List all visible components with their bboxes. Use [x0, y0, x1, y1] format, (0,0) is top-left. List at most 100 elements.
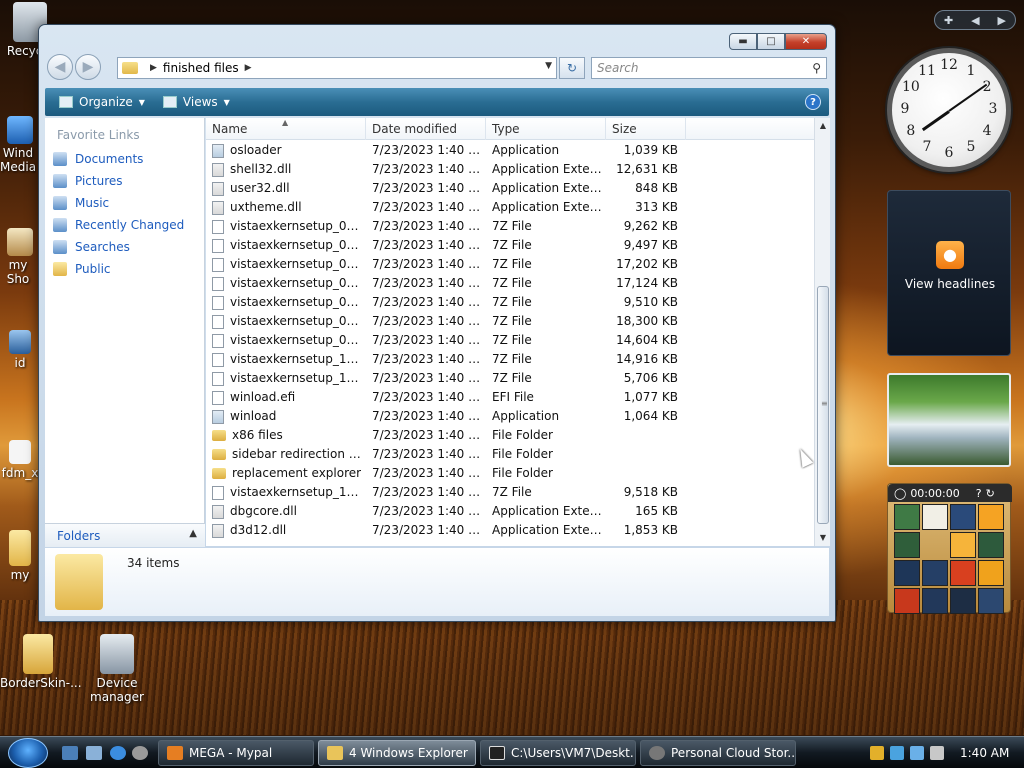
windows-flag-icon[interactable]	[890, 746, 904, 760]
file-row[interactable]: vistaexkernsetup_0306... 7/23/2023 1:40 A…	[206, 255, 814, 274]
clock-numeral: 8	[906, 123, 916, 139]
file-row[interactable]: replacement explorer 7/23/2023 1:40 AM Fil…	[206, 464, 814, 483]
file-row[interactable]: vistaexkernsetup_1026... 7/23/2023 1:40 A…	[206, 483, 814, 502]
file-row[interactable]: sidebar redirection file... 7/23/2023 1:4…	[206, 445, 814, 464]
taskbar-button-command-prompt[interactable]: C:\Users\VM7\Deskt...	[480, 740, 636, 766]
explorer-window[interactable]: ▬ □ ✕ ◀ ▶ ▶ finished files ▶ ▼ ↻ Search …	[38, 24, 836, 622]
puzzle-tile[interactable]	[922, 588, 948, 614]
forward-button[interactable]: ▶	[75, 54, 101, 80]
switch-windows-icon[interactable]	[86, 746, 102, 760]
nav-link-public[interactable]: Public	[45, 258, 204, 280]
start-button[interactable]	[8, 738, 48, 768]
feed-headlines-gadget[interactable]: ● View headlines	[887, 190, 1011, 356]
puzzle-tile[interactable]	[950, 504, 976, 530]
desktop-icon-borderskin[interactable]: BorderSkin-...	[0, 634, 82, 690]
breadcrumb-current-folder[interactable]: finished files	[163, 61, 239, 75]
search-icon[interactable]: ⚲	[812, 61, 821, 75]
puzzle-tile[interactable]	[922, 504, 948, 530]
breadcrumb-chevron-icon[interactable]: ▶	[245, 63, 252, 73]
address-dropdown-icon[interactable]: ▼	[545, 61, 552, 71]
security-shield-icon[interactable]	[870, 746, 884, 760]
scroll-down-icon[interactable]: ▼	[815, 530, 831, 546]
file-row[interactable]: vistaexkernsetup_0204... 7/23/2023 1:40 A…	[206, 217, 814, 236]
desktop-icon-media-player[interactable]: Wind Media	[0, 116, 40, 174]
puzzle-tile[interactable]	[894, 532, 920, 558]
nav-link-documents[interactable]: Documents	[45, 148, 204, 170]
views-button[interactable]: Views ▼	[159, 95, 234, 109]
file-row[interactable]: shell32.dll 7/23/2023 1:40 AM Application …	[206, 160, 814, 179]
maximize-button[interactable]: □	[757, 33, 785, 50]
taskbar-button-personal-cloud[interactable]: Personal Cloud Stor...	[640, 740, 796, 766]
puzzle-tile[interactable]	[894, 560, 920, 586]
shuffle-icon[interactable]: ↻	[986, 487, 995, 500]
desktop-icon-device-manager[interactable]: Device manager	[78, 634, 156, 704]
column-header-type[interactable]: Type	[486, 118, 606, 140]
slideshow-gadget[interactable]	[887, 373, 1011, 467]
taskbar-button-windows-explorer[interactable]: 4 Windows Explorer ▼	[318, 740, 476, 766]
address-bar[interactable]: ▶ finished files ▶ ▼	[117, 57, 557, 79]
file-row[interactable]: vistaexkernsetup_1019... 7/23/2023 1:40 A…	[206, 350, 814, 369]
organize-button[interactable]: Organize ▼	[55, 95, 149, 109]
file-row[interactable]: vistaexkernsetup_0514... 7/23/2023 1:40 A…	[206, 293, 814, 312]
puzzle-tile[interactable]	[894, 504, 920, 530]
desktop-icon-program[interactable]: id	[0, 330, 40, 370]
puzzle-tile[interactable]	[978, 504, 1004, 530]
clock-time[interactable]: 1:40 AM	[960, 746, 1009, 760]
file-row[interactable]: osloader 7/23/2023 1:40 AM Application 1,03…	[206, 141, 814, 160]
file-row[interactable]: vistaexkernsetup_0309... 7/23/2023 1:40 A…	[206, 274, 814, 293]
refresh-button[interactable]: ↻	[559, 57, 585, 79]
help-icon[interactable]: ?	[976, 487, 982, 500]
next-icon[interactable]: ▶	[998, 14, 1006, 27]
column-header-date[interactable]: Date modified	[366, 118, 486, 140]
view-headlines-label[interactable]: View headlines	[888, 277, 1012, 291]
file-row[interactable]: d3d12.dll 7/23/2023 1:40 AM Application Ex…	[206, 521, 814, 540]
search-input[interactable]: Search ⚲	[591, 57, 827, 79]
desktop-icon-file[interactable]: fdm_x	[0, 440, 40, 480]
network-icon[interactable]	[910, 746, 924, 760]
puzzle-tile[interactable]	[950, 588, 976, 614]
add-gadget-icon[interactable]: ✚	[944, 14, 953, 27]
puzzle-tile[interactable]	[950, 560, 976, 586]
puzzle-tile[interactable]	[894, 588, 920, 614]
clock-gadget[interactable]: 12 1 2 3 4 5 6 7 8 9 10 11	[887, 48, 1011, 172]
help-icon[interactable]: ?	[805, 94, 821, 110]
close-button[interactable]: ✕	[785, 33, 827, 50]
puzzle-tile[interactable]	[950, 532, 976, 558]
nav-link-searches[interactable]: Searches	[45, 236, 204, 258]
quick-launch-icon[interactable]	[132, 746, 148, 760]
puzzle-tile[interactable]	[978, 588, 1004, 614]
folders-toggle[interactable]: Folders ▲	[45, 523, 205, 547]
scroll-thumb[interactable]: ≡	[817, 286, 829, 524]
show-desktop-icon[interactable]	[62, 746, 78, 760]
minimize-button[interactable]: ▬	[729, 33, 757, 50]
taskbar-button-mega-mypal[interactable]: MEGA - Mypal	[158, 740, 314, 766]
file-row[interactable]: vistaexkernsetup_1231... 7/23/2023 1:40 A…	[206, 369, 814, 388]
column-header-size[interactable]: Size	[606, 118, 686, 140]
picture-puzzle-gadget[interactable]: ◯ 00:00:00 ? ↻	[887, 483, 1012, 614]
desktop-icon-shortcut[interactable]: my Sho	[0, 228, 40, 286]
column-header-name[interactable]: ▲ Name	[206, 118, 366, 140]
file-row[interactable]: winload.efi 7/23/2023 1:40 AM EFI File 1,07…	[206, 388, 814, 407]
file-row[interactable]: uxtheme.dll 7/23/2023 1:40 AM Application …	[206, 198, 814, 217]
previous-icon[interactable]: ◀	[971, 14, 979, 27]
file-row[interactable]: winload 7/23/2023 1:40 AM Application 1,064…	[206, 407, 814, 426]
internet-explorer-icon[interactable]	[110, 746, 126, 760]
volume-muted-icon[interactable]	[930, 746, 944, 760]
nav-link-pictures[interactable]: Pictures	[45, 170, 204, 192]
file-row[interactable]: vistaexkernsetup_0610... 7/23/2023 1:40 A…	[206, 312, 814, 331]
puzzle-tile[interactable]	[978, 560, 1004, 586]
sidebar-controls: ✚ ◀ ▶	[934, 10, 1016, 30]
vertical-scrollbar[interactable]: ▲ ≡ ▼	[814, 118, 830, 546]
puzzle-tile[interactable]	[922, 560, 948, 586]
file-row[interactable]: vistaexkernsetup_0725... 7/23/2023 1:40 A…	[206, 331, 814, 350]
puzzle-tile[interactable]	[978, 532, 1004, 558]
file-row[interactable]: user32.dll 7/23/2023 1:40 AM Application E…	[206, 179, 814, 198]
back-button[interactable]: ◀	[47, 54, 73, 80]
file-row[interactable]: x86 files 7/23/2023 1:40 AM File Folder	[206, 426, 814, 445]
nav-link-music[interactable]: Music	[45, 192, 204, 214]
desktop-icon-folder[interactable]: my	[0, 530, 40, 582]
file-row[interactable]: dbgcore.dll 7/23/2023 1:40 AM Application …	[206, 502, 814, 521]
nav-link-recently-changed[interactable]: Recently Changed	[45, 214, 204, 236]
file-row[interactable]: vistaexkernsetup_0226... 7/23/2023 1:40 A…	[206, 236, 814, 255]
scroll-up-icon[interactable]: ▲	[815, 118, 831, 134]
